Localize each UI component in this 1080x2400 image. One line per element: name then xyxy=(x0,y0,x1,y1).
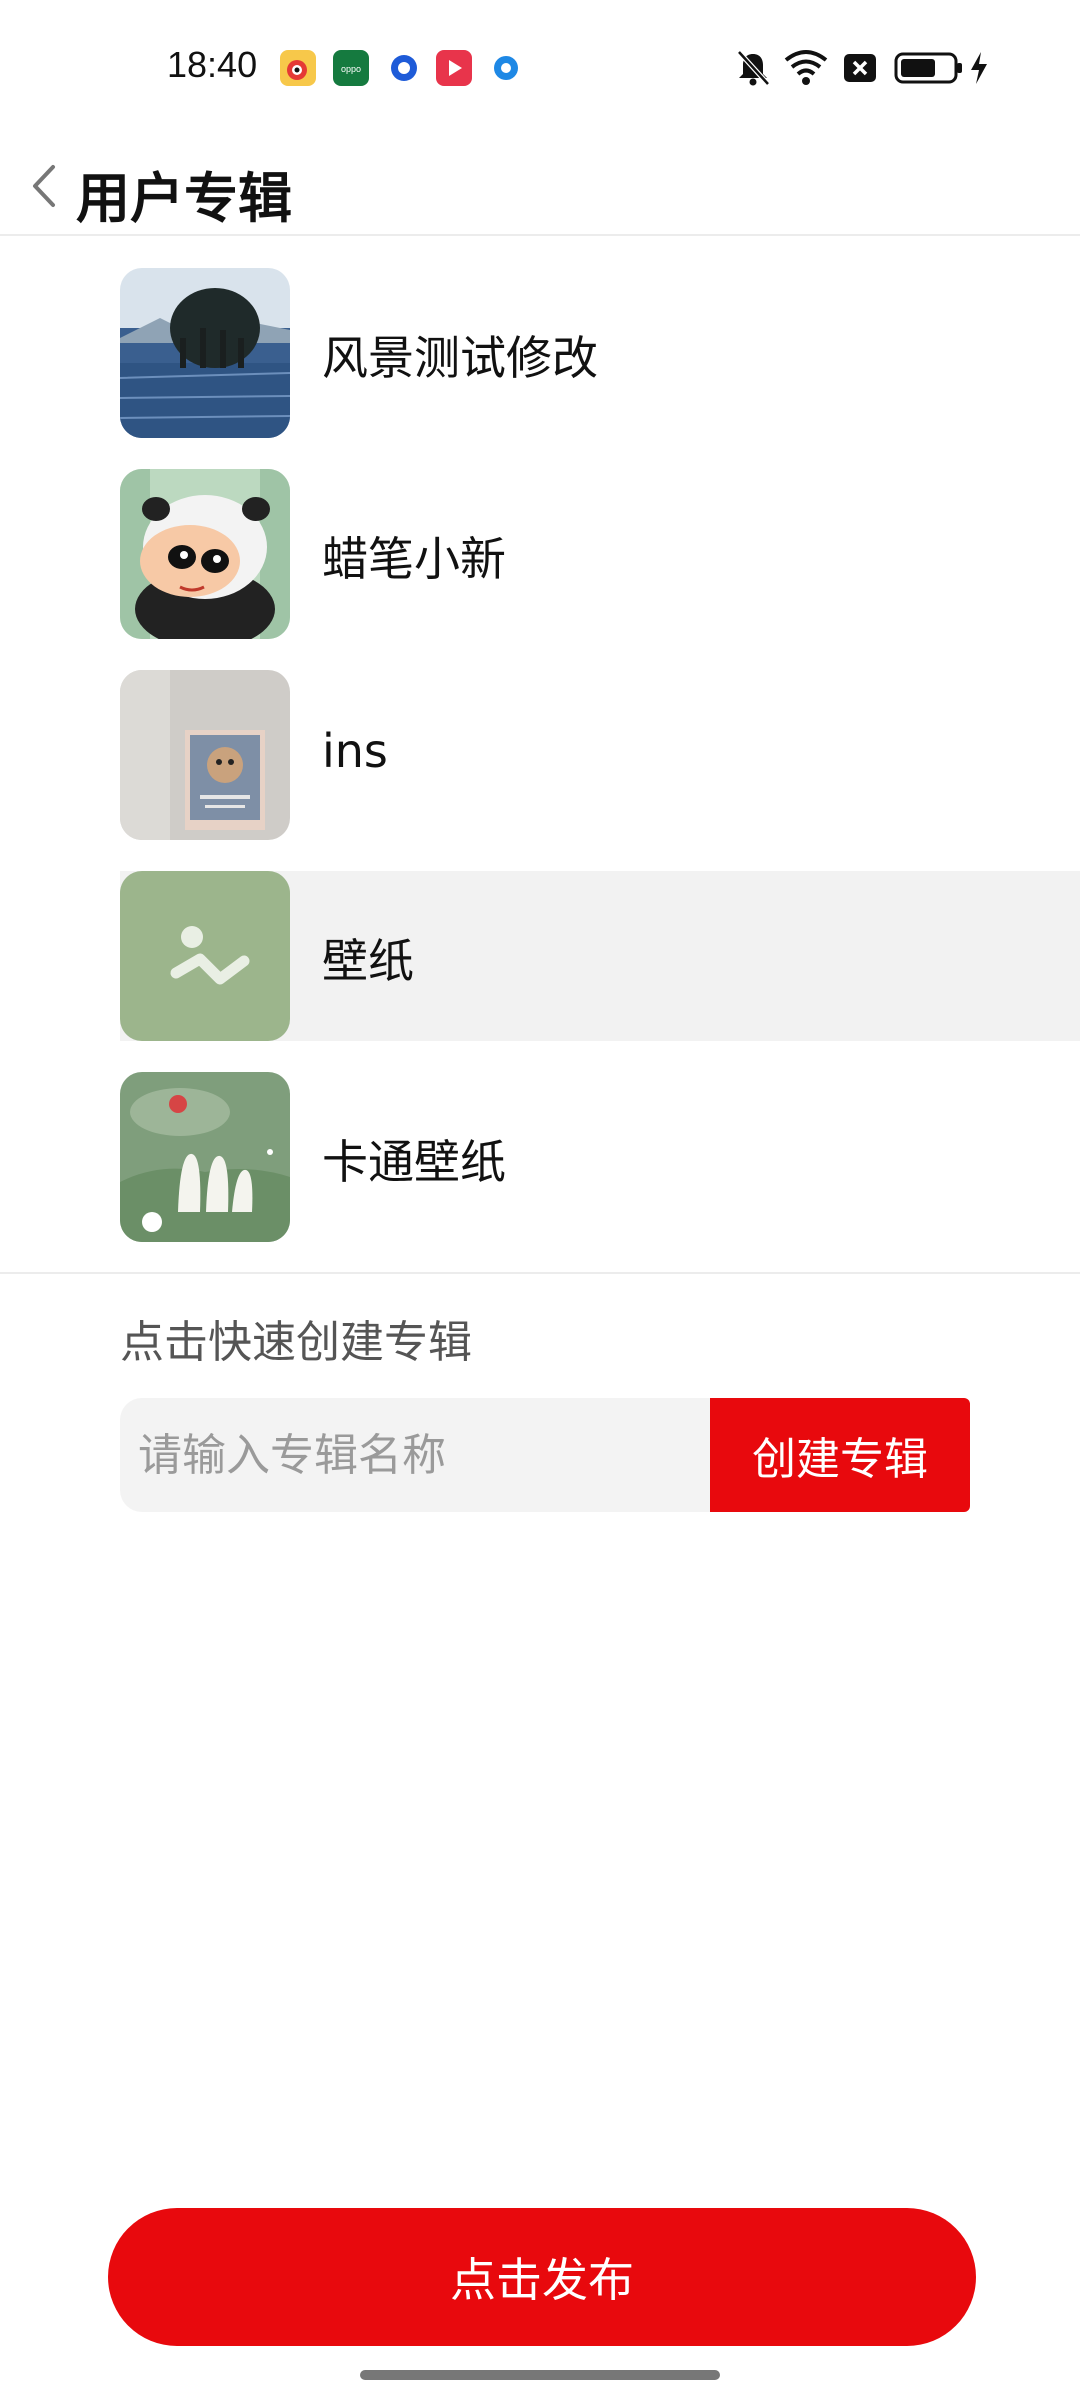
blue-dot-app-icon xyxy=(488,50,524,86)
status-bar: 18:40 oppo xyxy=(0,0,1080,136)
header-divider xyxy=(0,234,1080,236)
create-album-button[interactable]: 创建专辑 xyxy=(710,1398,970,1512)
video-play-icon xyxy=(436,50,472,86)
album-item-cartoon-wallpaper[interactable]: 卡通壁纸 xyxy=(0,1064,1080,1265)
album-name-input[interactable] xyxy=(120,1398,710,1512)
album-thumbnail-cartoon-rabbit xyxy=(120,1072,290,1242)
album-item-wallpaper[interactable]: 壁纸 xyxy=(0,863,1080,1064)
home-indicator[interactable] xyxy=(360,2370,720,2380)
album-item-landscape[interactable]: 风景测试修改 xyxy=(0,260,1080,461)
svg-text:oppo: oppo xyxy=(341,64,361,74)
oppo-icon: oppo xyxy=(333,50,369,86)
publish-button[interactable]: 点击发布 xyxy=(108,2208,976,2346)
album-item-crayon-shinchan[interactable]: 蜡笔小新 xyxy=(0,461,1080,662)
image-placeholder-icon xyxy=(120,871,290,1041)
list-divider xyxy=(0,1272,1080,1274)
album-thumbnail-cartoon xyxy=(120,469,290,639)
screen: 18:40 oppo 用户专辑 风景测试修改 蜡笔小新 ins 壁纸 卡通壁纸 … xyxy=(0,0,1080,2400)
battery-icon xyxy=(894,48,964,88)
album-thumbnail-landscape xyxy=(120,268,290,438)
page-title: 用户专辑 xyxy=(76,167,292,230)
x-box-icon xyxy=(842,48,878,88)
album-label: 蜡笔小新 xyxy=(322,532,506,586)
blue-circle-app-icon xyxy=(386,50,422,86)
header-bar: 用户专辑 xyxy=(0,136,1080,236)
charging-icon xyxy=(968,48,990,88)
quick-create-title: 点击快速创建专辑 xyxy=(120,1317,472,1368)
album-label: 壁纸 xyxy=(322,934,414,988)
album-item-ins[interactable]: ins xyxy=(0,662,1080,863)
weibo-icon xyxy=(280,50,316,86)
wifi-icon xyxy=(784,48,828,88)
mute-icon xyxy=(734,48,772,88)
back-button[interactable] xyxy=(14,136,74,236)
album-label: ins xyxy=(322,724,388,778)
chevron-left-icon xyxy=(33,165,55,207)
album-thumbnail-photo xyxy=(120,670,290,840)
album-label: 风景测试修改 xyxy=(322,331,598,385)
album-list: 风景测试修改 蜡笔小新 ins 壁纸 卡通壁纸 xyxy=(0,260,1080,1265)
status-time: 18:40 xyxy=(167,44,258,85)
album-label: 卡通壁纸 xyxy=(322,1135,506,1189)
